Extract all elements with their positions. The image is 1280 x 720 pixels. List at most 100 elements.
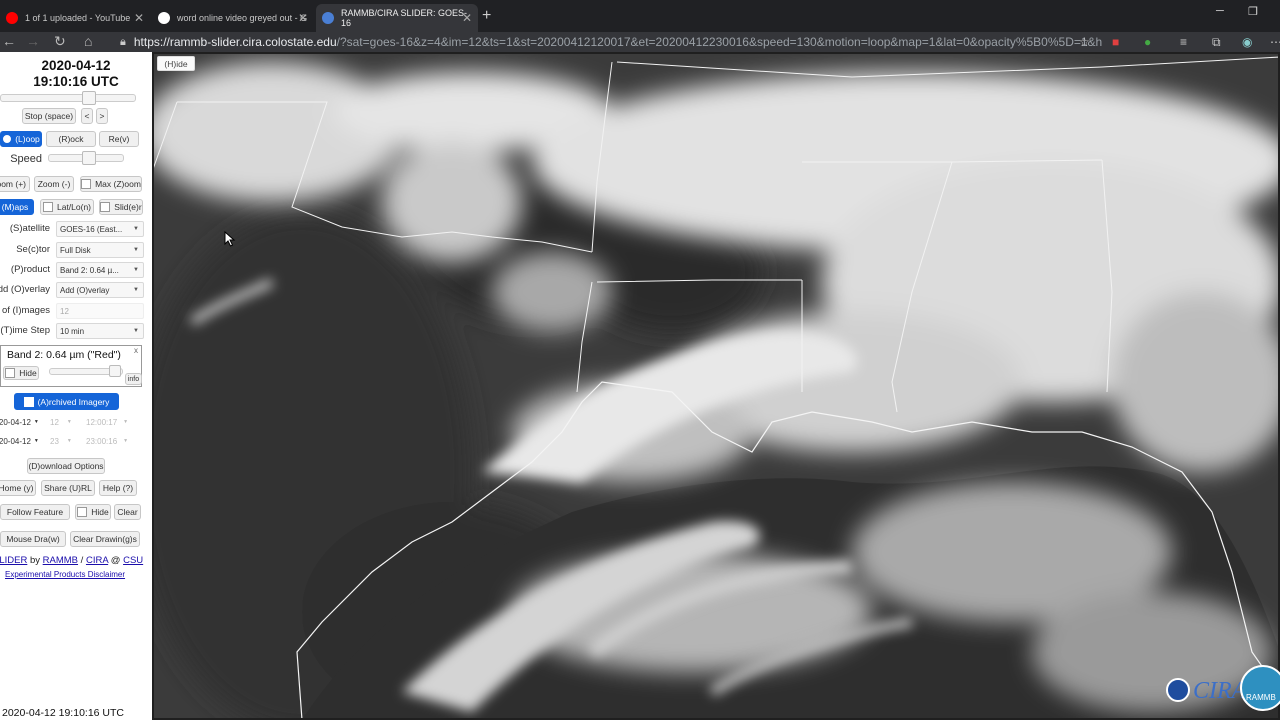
ublock-extension-icon[interactable]: ■ [1112,35,1119,49]
collections-icon[interactable]: ⧉ [1212,35,1221,50]
end-hour-value: 23 [50,436,59,446]
rock-radio[interactable]: (R)ock [46,131,96,147]
forward-arrow-icon[interactable]: → [26,33,40,49]
layer-info-button[interactable]: info [125,373,142,385]
tab-youtube[interactable]: 1 of 1 uploaded - YouTube ✕ [0,4,150,32]
mouse-draw-button[interactable]: Mouse Dra(w) [0,531,66,547]
max-zoom-button[interactable]: Max (Z)oom [80,176,142,192]
clear-drawings-button[interactable]: Clear Drawin(g)s [70,531,140,547]
frame-slider[interactable] [0,94,136,102]
maps-label: (M)aps [1,202,29,212]
avatar[interactable]: ◉ [1242,35,1252,49]
loop-radio[interactable]: (L)oop [0,131,42,147]
frame-slider-handle[interactable] [82,91,96,105]
share-url-button[interactable]: Share (U)RL [41,480,95,496]
speed-slider-handle[interactable] [82,151,96,165]
sector-select[interactable]: Full Disk ▼ [56,242,144,258]
timestep-label: (T)ime Step [0,325,50,336]
cira-link[interactable]: CIRA [86,555,108,566]
credits-by: by [29,555,41,566]
prev-frame-button[interactable]: < [81,108,93,124]
credits-line: SLIDER by RAMMB / CIRA @ CSU [0,555,152,566]
latlon-toggle[interactable]: Lat/Lo(n) [40,199,94,215]
layer-opacity-handle[interactable] [109,365,121,377]
close-icon[interactable]: ✕ [462,11,472,25]
extension-icon[interactable]: ● [1144,35,1151,49]
start-date-select[interactable]: 2020-04-12▼ [0,415,39,429]
slider-link[interactable]: SLIDER [0,555,27,566]
start-hour-value: 12 [50,417,59,427]
next-frame-button[interactable]: > [96,108,108,124]
tab-google-search[interactable]: word online video greyed out - G ✕ [152,4,314,32]
product-value: Band 2: 0.64 µ... [60,265,119,275]
end-time-value: 23:00:16 [86,436,118,446]
timestep-select[interactable]: 10 min ▼ [56,323,144,339]
back-arrow-icon[interactable]: ← [2,33,16,49]
chevron-down-icon: ▼ [133,247,139,253]
close-icon[interactable]: ✕ [134,11,144,25]
stop-button[interactable]: Stop (space) [22,108,76,124]
csu-link[interactable]: CSU [123,555,143,566]
end-time-select[interactable]: 23:00:16 ▼ [86,434,128,448]
loop-label: (L)oop [15,134,40,144]
layer-hide-toggle[interactable]: Hide [3,366,39,380]
maps-toggle[interactable]: (M)aps [0,199,34,215]
archived-imagery-toggle[interactable]: (A)rchived Imagery [14,393,119,410]
satellite-select[interactable]: GOES-16 (East... ▼ [56,221,144,237]
rock-label: (R)ock [58,134,84,144]
reverse-radio[interactable]: Re(v) [99,131,139,147]
zoom-in-button[interactable]: Zoom (+) [0,176,30,192]
browser-toolbar: ← → ↻ ⌂ 🔒︎ https://rammb-slider.cira.col… [0,32,1280,52]
clear-feature-button[interactable]: Clear [114,504,141,520]
new-tab-button[interactable]: + [482,7,491,25]
globe-icon [322,12,334,24]
product-select[interactable]: Band 2: 0.64 µ... ▼ [56,262,144,278]
menu-icon[interactable]: ⋯ [1270,35,1280,49]
rammb-link[interactable]: RAMMB [43,555,78,566]
url-path: /?sat=goes-16&z=4&im=12&ts=1&st=20200412… [336,35,1102,49]
address-bar[interactable]: 🔒︎ https://rammb-slider.cira.colostate.e… [112,32,1102,52]
reading-list-icon[interactable]: ≡ [1180,35,1187,49]
end-hour-select[interactable]: 23 ▼ [50,434,72,448]
product-label: (P)roduct [10,264,50,275]
slider-toggle[interactable]: Slid(e)r [99,199,143,215]
timestep-value: 10 min [60,326,85,336]
zoom-out-button[interactable]: Zoom (-) [34,176,74,192]
max-zoom-label: Max (Z)oom [95,179,141,189]
disclaimer-link[interactable]: Experimental Products Disclaimer [5,570,125,579]
hide-feature-toggle[interactable]: Hide [75,504,111,520]
reload-icon[interactable]: ↻ [54,33,66,50]
chevron-down-icon: ▼ [133,328,139,334]
layer-close-button[interactable]: x [134,346,138,355]
latlon-label: Lat/Lo(n) [56,202,92,212]
home-button[interactable]: Home (y) [0,480,36,496]
start-hour-select[interactable]: 12 ▼ [50,415,72,429]
home-icon[interactable]: ⌂ [84,33,92,49]
download-options-button[interactable]: (D)ownload Options [27,458,105,474]
minimize-icon[interactable]: ─ [1216,5,1224,17]
cira-rammb-logos: CIRA RAMMB [1166,665,1280,711]
start-time-select[interactable]: 12:00:17 ▼ [86,415,128,429]
star-icon[interactable]: ☆ [1079,35,1090,49]
restore-icon[interactable]: ❐ [1248,5,1258,18]
follow-feature-button[interactable]: Follow Feature [0,504,70,520]
tab-rammb-slider[interactable]: RAMMB/CIRA SLIDER: GOES-16 ✕ [316,4,478,32]
chevron-down-icon: ▼ [133,287,139,293]
close-icon[interactable]: ✕ [298,11,308,25]
reverse-label: Re(v) [108,134,130,144]
overlay-select[interactable]: Add (O)verlay ▼ [56,282,144,298]
chevron-down-icon: ▼ [123,419,129,425]
chevron-down-icon: ▼ [133,226,139,232]
mouse-cursor-icon [224,231,236,247]
satellite-map-viewer[interactable]: CIRA RAMMB [152,52,1280,720]
images-select[interactable]: 12 [56,303,144,319]
help-button[interactable]: Help (?) [99,480,137,496]
chevron-down-icon: ▼ [133,267,139,273]
end-date-select[interactable]: 2020-04-12▼ [0,434,39,448]
chevron-down-icon: ▼ [123,438,129,444]
hide-panel-button[interactable]: (H)ide [157,56,195,71]
browser-tab-bar: 1 of 1 uploaded - YouTube ✕ word online … [0,0,1280,32]
speed-label: Speed [10,153,42,165]
credits-separator: / [80,555,84,566]
current-date: 2020-04-12 [41,58,111,73]
